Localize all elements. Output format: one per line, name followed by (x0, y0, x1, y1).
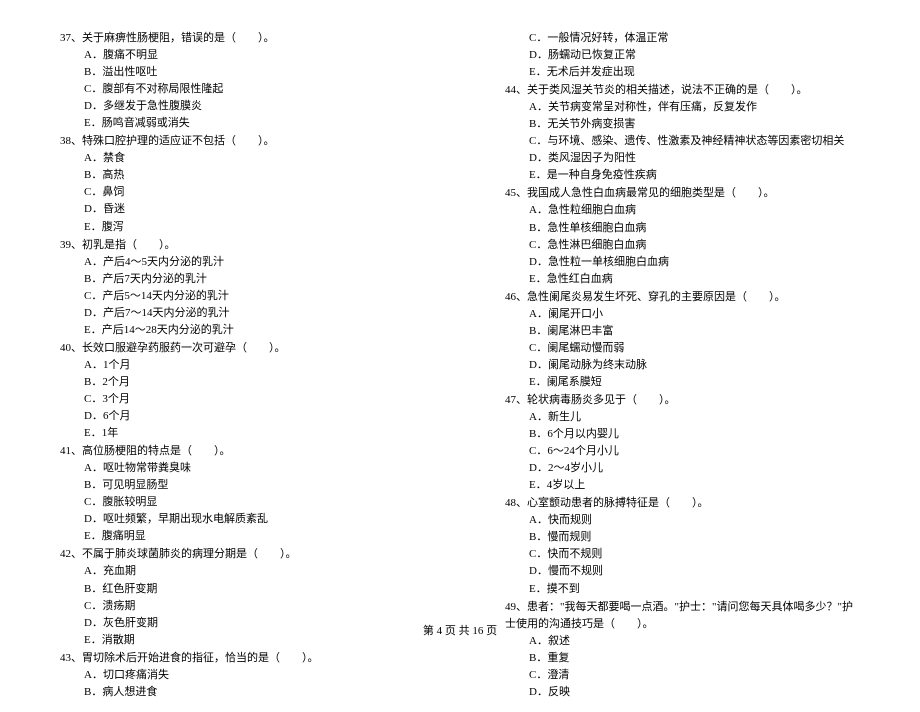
question-38: 38、特殊口腔护理的适应证不包括（ ）。 A．禁食 B．高热 C．鼻饲 D．昏迷… (60, 133, 415, 235)
left-column: 37、关于麻痹性肠梗阻，错误的是（ ）。 A．腹痛不明显 B．溢出性呕吐 C．腹… (60, 30, 415, 702)
option: B．2个月 (60, 374, 415, 391)
page-footer: 第 4 页 共 16 页 (0, 622, 920, 638)
option: D．6个月 (60, 408, 415, 425)
question-text: 46、急性阑尾炎易发生坏死、穿孔的主要原因是（ ）。 (505, 289, 860, 306)
option: C．一般情况好转，体温正常 (505, 30, 860, 47)
question-text: 44、关于类风湿关节炎的相关描述，说法不正确的是（ ）。 (505, 82, 860, 99)
option: B．急性单核细胞白血病 (505, 220, 860, 237)
option: D．肠蠕动已恢复正常 (505, 47, 860, 64)
question-45: 45、我国成人急性白血病最常见的细胞类型是（ ）。 A．急性粒细胞白血病 B．急… (505, 185, 860, 287)
option: E．肠鸣音减弱或消失 (60, 115, 415, 132)
option: A．关节病变常呈对称性，伴有压痛，反复发作 (505, 99, 860, 116)
question-text: 48、心室颤动患者的脉搏特征是（ ）。 (505, 495, 860, 512)
option: B．无关节外病变损害 (505, 116, 860, 133)
question-text: 42、不属于肺炎球菌肺炎的病理分期是（ ）。 (60, 546, 415, 563)
option: C．急性淋巴细胞白血病 (505, 237, 860, 254)
question-39: 39、初乳是指（ ）。 A．产后4～5天内分泌的乳汁 B．产后7天内分泌的乳汁 … (60, 237, 415, 339)
option: A．腹痛不明显 (60, 47, 415, 64)
option: D．多继发于急性腹膜炎 (60, 98, 415, 115)
option: D．慢而不规则 (505, 563, 860, 580)
option: B．病人想进食 (60, 684, 415, 701)
option: D．反映 (505, 684, 860, 701)
option: E．急性红白血病 (505, 271, 860, 288)
option: D．2～4岁小儿 (505, 460, 860, 477)
option: A．快而规则 (505, 512, 860, 529)
option: D．急性粒一单核细胞白血病 (505, 254, 860, 271)
option: A．禁食 (60, 150, 415, 167)
right-column: C．一般情况好转，体温正常 D．肠蠕动已恢复正常 E．无术后并发症出现 44、关… (505, 30, 860, 702)
option: C．产后5～14天内分泌的乳汁 (60, 288, 415, 305)
question-47: 47、轮状病毒肠炎多见于（ ）。 A．新生儿 B．6个月以内婴儿 C．6～24个… (505, 392, 860, 494)
option: E．阑尾系膜短 (505, 374, 860, 391)
question-text: 37、关于麻痹性肠梗阻，错误的是（ ）。 (60, 30, 415, 47)
question-48: 48、心室颤动患者的脉搏特征是（ ）。 A．快而规则 B．慢而规则 C．快而不规… (505, 495, 860, 597)
option: A．新生儿 (505, 409, 860, 426)
option: C．溃疡期 (60, 598, 415, 615)
option: D．产后7～14天内分泌的乳汁 (60, 305, 415, 322)
option: D．类风湿因子为阳性 (505, 150, 860, 167)
question-text: 43、胃切除术后开始进食的指征，恰当的是（ ）。 (60, 650, 415, 667)
question-text: 39、初乳是指（ ）。 (60, 237, 415, 254)
question-40: 40、长效口服避孕药服药一次可避孕（ ）。 A．1个月 B．2个月 C．3个月 … (60, 340, 415, 442)
option: C．腹部有不对称局限性隆起 (60, 81, 415, 98)
question-43: 43、胃切除术后开始进食的指征，恰当的是（ ）。 A．切口疼痛消失 B．病人想进… (60, 650, 415, 701)
option: E．摸不到 (505, 581, 860, 598)
option: D．昏迷 (60, 201, 415, 218)
option: B．红色肝变期 (60, 581, 415, 598)
option: E．1年 (60, 425, 415, 442)
option: B．可见明显肠型 (60, 477, 415, 494)
question-41: 41、高位肠梗阻的特点是（ ）。 A．呕吐物常带粪臭味 B．可见明显肠型 C．腹… (60, 443, 415, 545)
option: B．6个月以内婴儿 (505, 426, 860, 443)
option: E．腹泻 (60, 219, 415, 236)
option: B．阑尾淋巴丰富 (505, 323, 860, 340)
question-text: 40、长效口服避孕药服药一次可避孕（ ）。 (60, 340, 415, 357)
option: E．4岁以上 (505, 477, 860, 494)
option: A．急性粒细胞白血病 (505, 202, 860, 219)
option: C．澄清 (505, 667, 860, 684)
option: B．高热 (60, 167, 415, 184)
option: B．慢而规则 (505, 529, 860, 546)
option: A．充血期 (60, 563, 415, 580)
option: A．切口疼痛消失 (60, 667, 415, 684)
question-text: 47、轮状病毒肠炎多见于（ ）。 (505, 392, 860, 409)
option: B．重复 (505, 650, 860, 667)
option: C．阑尾蠕动慢而弱 (505, 340, 860, 357)
question-text: 45、我国成人急性白血病最常见的细胞类型是（ ）。 (505, 185, 860, 202)
option: C．3个月 (60, 391, 415, 408)
page-content: 37、关于麻痹性肠梗阻，错误的是（ ）。 A．腹痛不明显 B．溢出性呕吐 C．腹… (0, 0, 920, 712)
option: E．腹痛明显 (60, 528, 415, 545)
option: A．呕吐物常带粪臭味 (60, 460, 415, 477)
question-text: 38、特殊口腔护理的适应证不包括（ ）。 (60, 133, 415, 150)
option: B．溢出性呕吐 (60, 64, 415, 81)
option: A．1个月 (60, 357, 415, 374)
option: C．腹胀较明显 (60, 494, 415, 511)
question-43-cont: C．一般情况好转，体温正常 D．肠蠕动已恢复正常 E．无术后并发症出现 (505, 30, 860, 81)
question-46: 46、急性阑尾炎易发生坏死、穿孔的主要原因是（ ）。 A．阑尾开口小 B．阑尾淋… (505, 289, 860, 391)
option: C．鼻饲 (60, 184, 415, 201)
question-text: 41、高位肠梗阻的特点是（ ）。 (60, 443, 415, 460)
option: E．产后14～28天内分泌的乳汁 (60, 322, 415, 339)
option: E．无术后并发症出现 (505, 64, 860, 81)
question-44: 44、关于类风湿关节炎的相关描述，说法不正确的是（ ）。 A．关节病变常呈对称性… (505, 82, 860, 184)
option: C．6～24个月小儿 (505, 443, 860, 460)
option: C．与环境、感染、遗传、性激素及神经精神状态等因素密切相关 (505, 133, 860, 150)
option: A．产后4～5天内分泌的乳汁 (60, 254, 415, 271)
option: C．快而不规则 (505, 546, 860, 563)
option: A．阑尾开口小 (505, 306, 860, 323)
option: D．阑尾动脉为终末动脉 (505, 357, 860, 374)
question-37: 37、关于麻痹性肠梗阻，错误的是（ ）。 A．腹痛不明显 B．溢出性呕吐 C．腹… (60, 30, 415, 132)
option: B．产后7天内分泌的乳汁 (60, 271, 415, 288)
option: E．是一种自身免疫性疾病 (505, 167, 860, 184)
option: D．呕吐频繁，早期出现水电解质紊乱 (60, 511, 415, 528)
